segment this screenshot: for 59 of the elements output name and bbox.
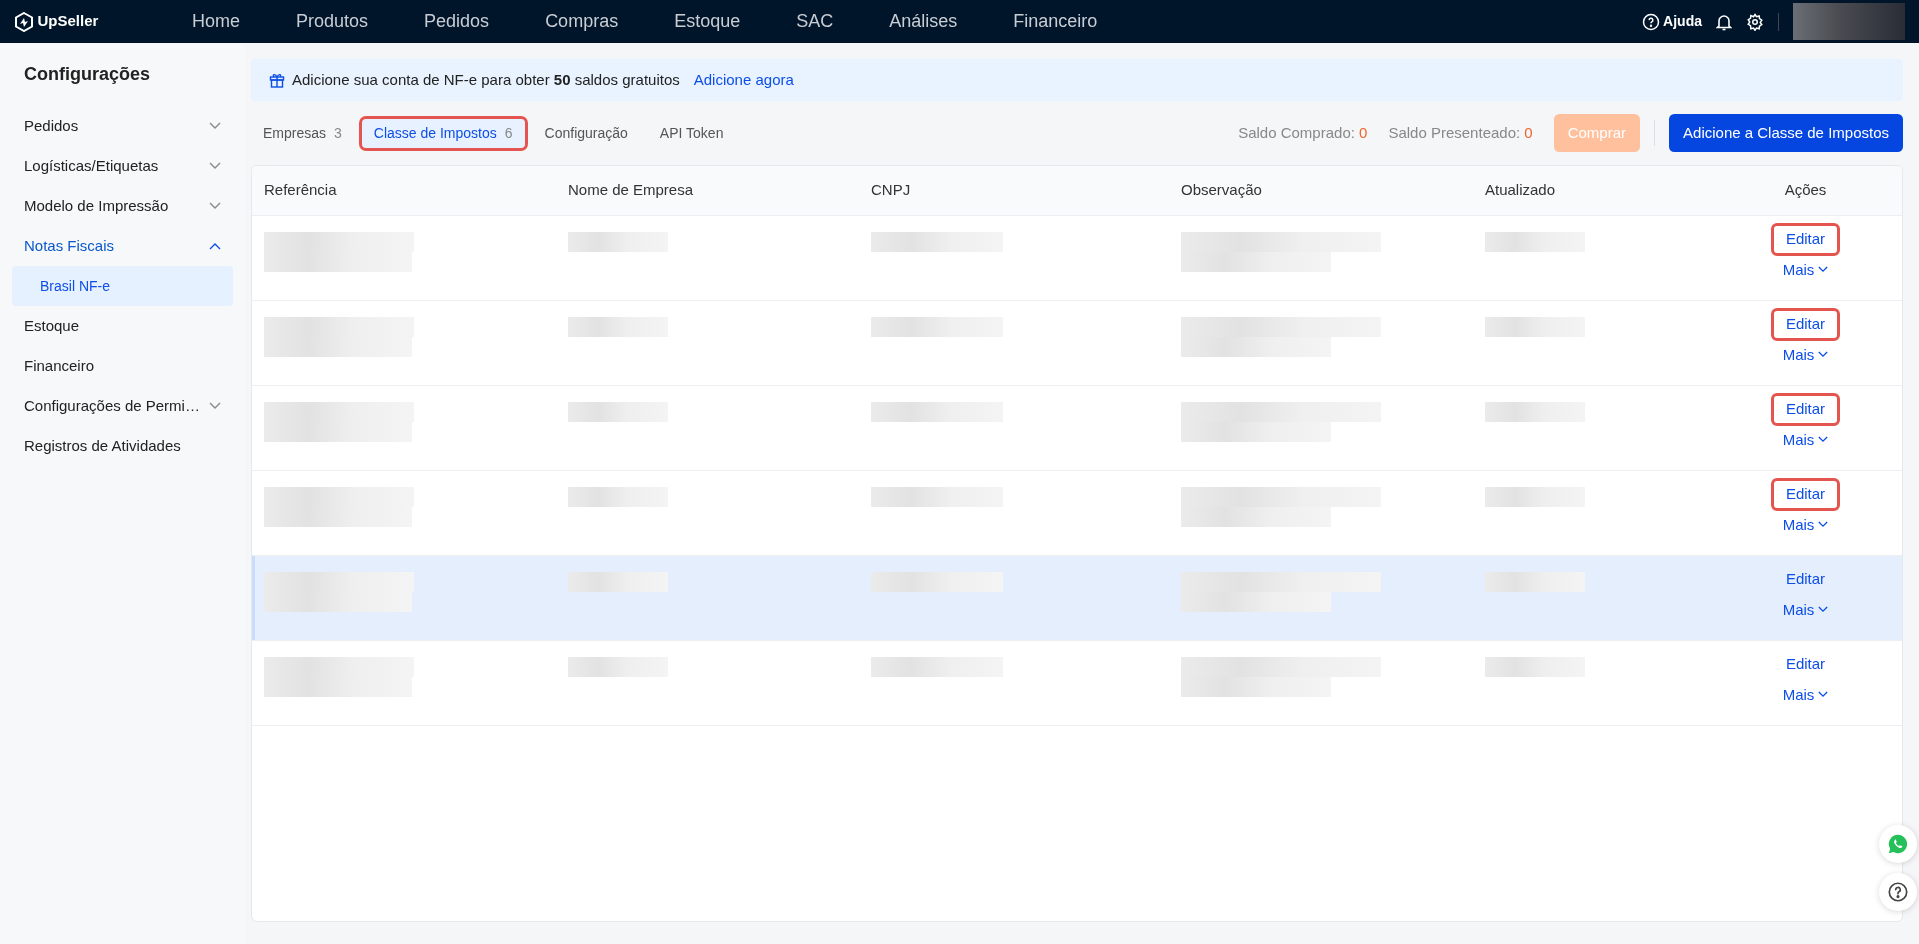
tab[interactable]: Classe de Impostos 6 [361,118,525,148]
chevron-icon [1818,521,1829,529]
nav-link[interactable]: Produtos [268,8,397,35]
chevron-icon [1818,691,1829,699]
banner-link[interactable]: Adicione agora [693,68,794,92]
sidebar-title: Configurações [23,63,152,86]
more-dropdown[interactable]: Mais [1778,511,1833,538]
more-dropdown[interactable]: Mais [1778,681,1833,708]
balance-label: Saldo Comprado: 0 [1238,122,1368,143]
tab[interactable]: Configuração [532,118,640,148]
sidebar-item[interactable]: Modelo de Impressão [12,186,233,226]
nav-link[interactable]: Financeiro [985,8,1126,35]
column-header: Referência [263,180,338,201]
tab[interactable]: API Token [647,118,736,148]
gift-icon [269,72,285,88]
add-tax-class-button[interactable]: Adicione a Classe de Impostos [1669,114,1903,152]
sidebar-item[interactable]: Registros de Atividades [12,426,233,466]
sidebar-item[interactable]: Pedidos [12,106,233,146]
more-dropdown[interactable]: Mais [1778,426,1833,453]
sidebar-item[interactable]: Configurações de Permi… [12,386,233,426]
chevron-icon [1818,351,1829,359]
tab[interactable]: Empresas 3 [251,118,354,148]
nav-link[interactable]: Pedidos [396,8,518,35]
column-header: Atualizado [1484,180,1557,201]
sidebar-subitem[interactable]: Brasil NF-e [12,266,233,306]
edit-link[interactable]: Editar [1773,566,1838,593]
chevron-icon [1818,436,1829,444]
nav-link[interactable]: Análises [861,8,986,35]
brand-name: UpSeller [37,11,99,32]
help-icon[interactable] [1879,873,1917,911]
balance-label: Saldo Presenteado: 0 [1388,122,1533,143]
logo-icon [14,11,34,32]
chevron-icon [1818,606,1829,614]
column-header: Nome de Empresa [567,180,695,201]
column-header: Observação [1180,180,1263,201]
help-link[interactable]: Ajuda [1641,11,1702,32]
edit-link[interactable]: Editar [1773,396,1838,423]
settings-icon[interactable] [1746,12,1764,31]
nav-link[interactable]: SAC [768,8,862,35]
help-icon [1641,12,1660,31]
nav-link[interactable]: Compras [517,8,647,35]
nav-link[interactable]: Home [164,8,268,35]
sidebar-item[interactable]: Financeiro [12,346,233,386]
chevron-icon [1818,266,1829,274]
edit-link[interactable]: Editar [1773,651,1838,678]
notification-bell-icon[interactable] [1716,12,1732,31]
column-header: Ações [1783,180,1828,201]
more-dropdown[interactable]: Mais [1778,596,1833,623]
edit-link[interactable]: Editar [1773,481,1838,508]
banner-text: Adicione sua conta de NF-e para obter 50 saldos gratuitos [292,69,680,90]
sidebar-item[interactable]: Estoque [12,306,233,346]
edit-link[interactable]: Editar [1773,311,1838,338]
nav-link[interactable]: Estoque [646,8,769,35]
column-header: CNPJ [870,180,912,201]
sidebar-item[interactable]: Logísticas/Etiquetas [12,146,233,186]
more-dropdown[interactable]: Mais [1778,341,1833,368]
more-dropdown[interactable]: Mais [1778,256,1833,283]
edit-link[interactable]: Editar [1773,226,1838,253]
sidebar-item[interactable]: Notas Fiscais [12,226,233,266]
